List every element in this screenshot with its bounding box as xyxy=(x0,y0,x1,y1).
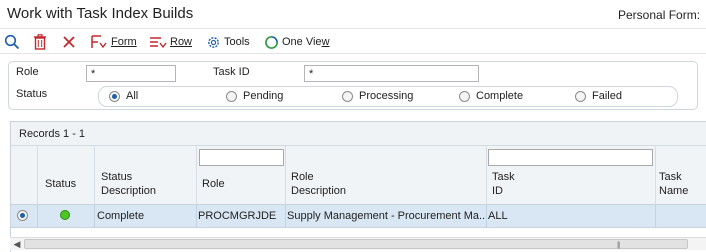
title-bar: Work with Task Index Builds Personal For… xyxy=(0,0,706,28)
column-divider xyxy=(37,146,38,205)
grip-icon: ||| xyxy=(617,242,621,249)
records-count: Records 1 - 1 xyxy=(19,128,86,140)
qbe-role-input[interactable] xyxy=(199,149,284,166)
status-radio-failed[interactable]: Failed xyxy=(575,90,622,102)
column-divider xyxy=(285,146,286,205)
cell-task-id: ALL xyxy=(488,210,508,222)
radio-icon xyxy=(226,90,237,102)
column-divider xyxy=(94,205,95,228)
column-header-status[interactable]: Status xyxy=(45,177,76,191)
one-view-icon xyxy=(265,35,278,49)
column-divider xyxy=(196,205,197,228)
column-header-status-description[interactable]: Status Description xyxy=(101,170,156,198)
status-radio-pending[interactable]: Pending xyxy=(226,90,283,102)
one-view-label: One View xyxy=(282,36,330,48)
column-header-task-id[interactable]: Task ID xyxy=(492,170,515,198)
row-select-radio[interactable] xyxy=(17,210,34,221)
task-id-label: Task ID xyxy=(213,66,250,78)
radio-selected-icon xyxy=(109,90,120,102)
page-title: Work with Task Index Builds xyxy=(7,5,194,22)
radio-icon xyxy=(459,90,470,102)
column-header-role-description[interactable]: Role Description xyxy=(291,170,346,198)
form-menu-button[interactable]: Form xyxy=(90,33,137,51)
toolbar: Form Row Tools One View xyxy=(0,28,706,54)
close-icon xyxy=(63,36,75,48)
trash-icon xyxy=(34,34,46,50)
filter-panel: Role Task ID Status All Pending Processi… xyxy=(8,61,698,110)
column-divider xyxy=(37,205,38,228)
status-radio-processing[interactable]: Processing xyxy=(342,90,413,102)
scroll-left-icon[interactable]: ◀ xyxy=(11,239,23,250)
horizontal-scrollbar[interactable]: ◀ ||| xyxy=(10,237,706,250)
column-divider xyxy=(655,146,656,205)
row-exit-icon xyxy=(150,37,167,49)
column-divider xyxy=(486,146,487,205)
column-divider xyxy=(285,205,286,228)
qbe-task-id-input[interactable] xyxy=(488,149,653,166)
radio-icon xyxy=(342,90,353,102)
role-label: Role xyxy=(16,66,39,78)
tools-menu-button[interactable]: Tools xyxy=(206,33,250,51)
status-complete-icon xyxy=(60,210,70,220)
personal-form-label[interactable]: Personal Form: xyxy=(618,8,700,22)
row-menu-label: Row xyxy=(170,36,193,48)
role-input[interactable] xyxy=(86,65,176,82)
find-button[interactable] xyxy=(4,33,20,51)
form-menu-label: Form xyxy=(111,36,137,48)
status-radio-group: All Pending Processing Complete Failed xyxy=(98,86,678,107)
records-bar: Records 1 - 1 xyxy=(11,122,706,146)
task-id-input[interactable] xyxy=(304,65,479,82)
column-divider xyxy=(486,205,487,228)
results-grid: Records 1 - 1 Status Status Description … xyxy=(10,121,706,252)
row-menu-button[interactable]: Row xyxy=(149,33,192,51)
one-view-button[interactable]: One View xyxy=(264,33,330,51)
column-divider xyxy=(94,146,95,205)
status-label: Status xyxy=(16,88,48,100)
radio-icon xyxy=(575,90,586,102)
column-header-task-name[interactable]: Task Name xyxy=(659,170,688,198)
tools-menu-label: Tools xyxy=(224,36,250,48)
gear-icon xyxy=(208,36,219,48)
cell-role[interactable]: PROCMGRJDE xyxy=(198,210,284,222)
cell-status-description: Complete xyxy=(97,210,145,222)
scrollbar-thumb[interactable]: ||| xyxy=(24,239,688,249)
grid-header: Status Status Description Role Role Desc… xyxy=(11,146,706,205)
cell-role-description: Supply Management - Procurement Ma... xyxy=(287,210,485,222)
column-header-role[interactable]: Role xyxy=(202,177,225,191)
table-row[interactable]: Complete PROCMGRJDE Supply Management - … xyxy=(11,205,706,228)
status-radio-complete[interactable]: Complete xyxy=(459,90,523,102)
search-icon xyxy=(4,34,20,50)
column-divider xyxy=(655,205,656,228)
delete-button[interactable] xyxy=(33,33,47,51)
cancel-button[interactable] xyxy=(62,33,76,51)
status-radio-all[interactable]: All xyxy=(109,90,138,102)
form-exit-icon xyxy=(91,35,107,49)
column-divider xyxy=(196,146,197,205)
radio-selected-icon xyxy=(17,210,28,221)
